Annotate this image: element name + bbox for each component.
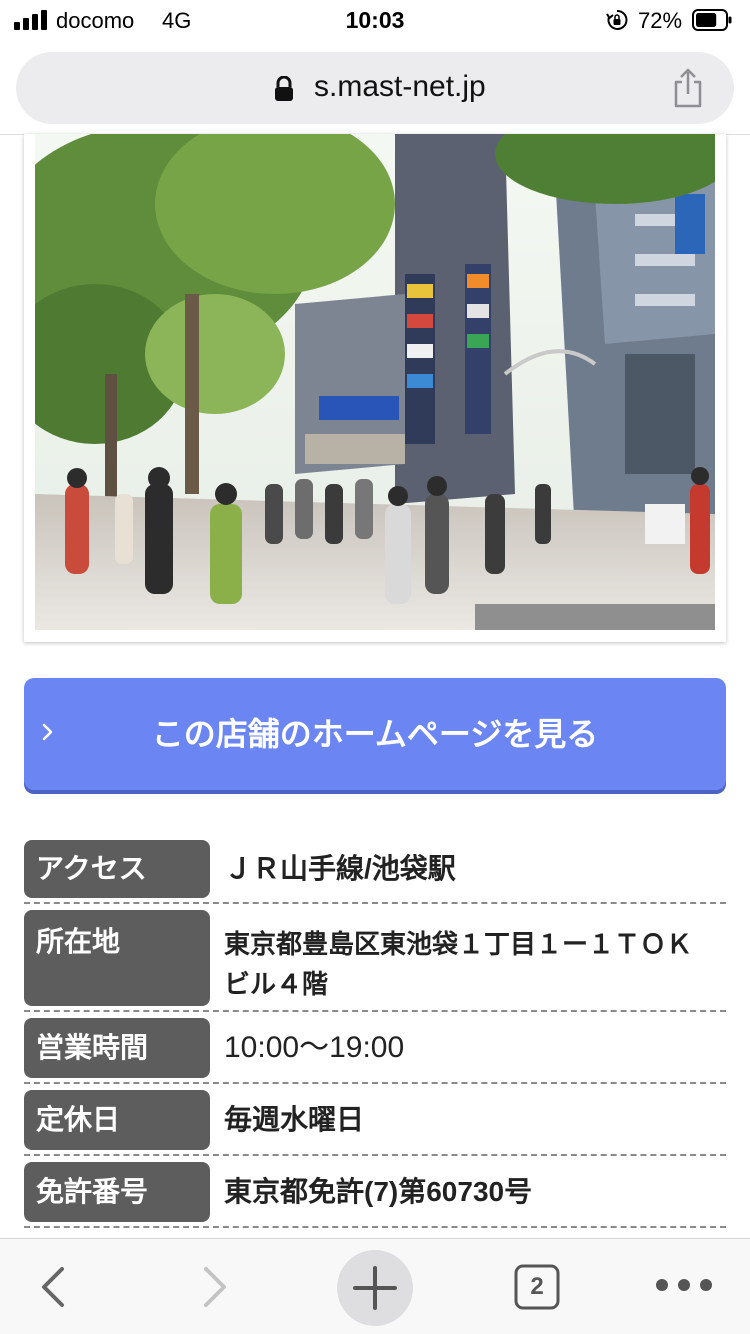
more-dots-icon[interactable]: [654, 1275, 714, 1295]
info-label: 所在地: [24, 910, 210, 1006]
status-bar: docomo 4G 10:03 72%: [0, 0, 750, 44]
info-value: 東京都豊島区東池袋１丁目１ー１ＴＯＫビル４階: [224, 929, 693, 999]
info-value: 10:00〜19:00: [224, 1031, 405, 1064]
info-label: 営業時間: [24, 1018, 210, 1078]
chevron-right-icon[interactable]: [194, 1263, 234, 1311]
url-text[interactable]: s.mast-net.jp: [314, 70, 486, 104]
store-photo-frame: [24, 134, 726, 642]
info-value: 東京都免許(7)第60730号: [224, 1176, 533, 1207]
info-row-closed-days: 定休日 毎週水曜日: [24, 1086, 726, 1156]
info-row-address: 所在地 東京都豊島区東池袋１丁目１ー１ＴＯＫビル４階: [24, 906, 726, 1012]
info-row-access: アクセス ＪＲ山手線/池袋駅: [24, 838, 726, 904]
store-homepage-button-label: この店舗のホームページを見る: [151, 716, 599, 752]
info-label: 定休日: [24, 1090, 210, 1150]
store-homepage-button[interactable]: この店舗のホームページを見る: [24, 678, 726, 790]
info-row-hours: 営業時間 10:00〜19:00: [24, 1014, 726, 1084]
lock-icon: [275, 76, 293, 101]
info-value: ＪＲ山手線/池袋駅: [224, 853, 456, 884]
share-icon[interactable]: [670, 68, 706, 108]
info-label: 免許番号: [24, 1162, 210, 1222]
storefront-street-photo: [35, 134, 715, 630]
tabs-count[interactable]: 2: [513, 1263, 561, 1311]
battery-icon: [692, 9, 732, 31]
info-row-license: 免許番号 東京都免許(7)第60730号: [24, 1158, 726, 1228]
plus-icon: [353, 1266, 397, 1310]
info-value: 毎週水曜日: [224, 1104, 365, 1135]
battery-percent: 72%: [638, 8, 683, 33]
browser-page: docomo 4G 10:03 72% s.mast-net.jp この店舗のホ…: [0, 0, 750, 1334]
info-label: アクセス: [24, 840, 210, 898]
new-tab-button[interactable]: [337, 1250, 413, 1326]
rotation-lock-icon: [606, 9, 628, 30]
chevron-left-icon[interactable]: [34, 1263, 74, 1311]
address-bar[interactable]: s.mast-net.jp: [16, 52, 734, 124]
browser-toolbar: 2: [0, 1238, 750, 1334]
